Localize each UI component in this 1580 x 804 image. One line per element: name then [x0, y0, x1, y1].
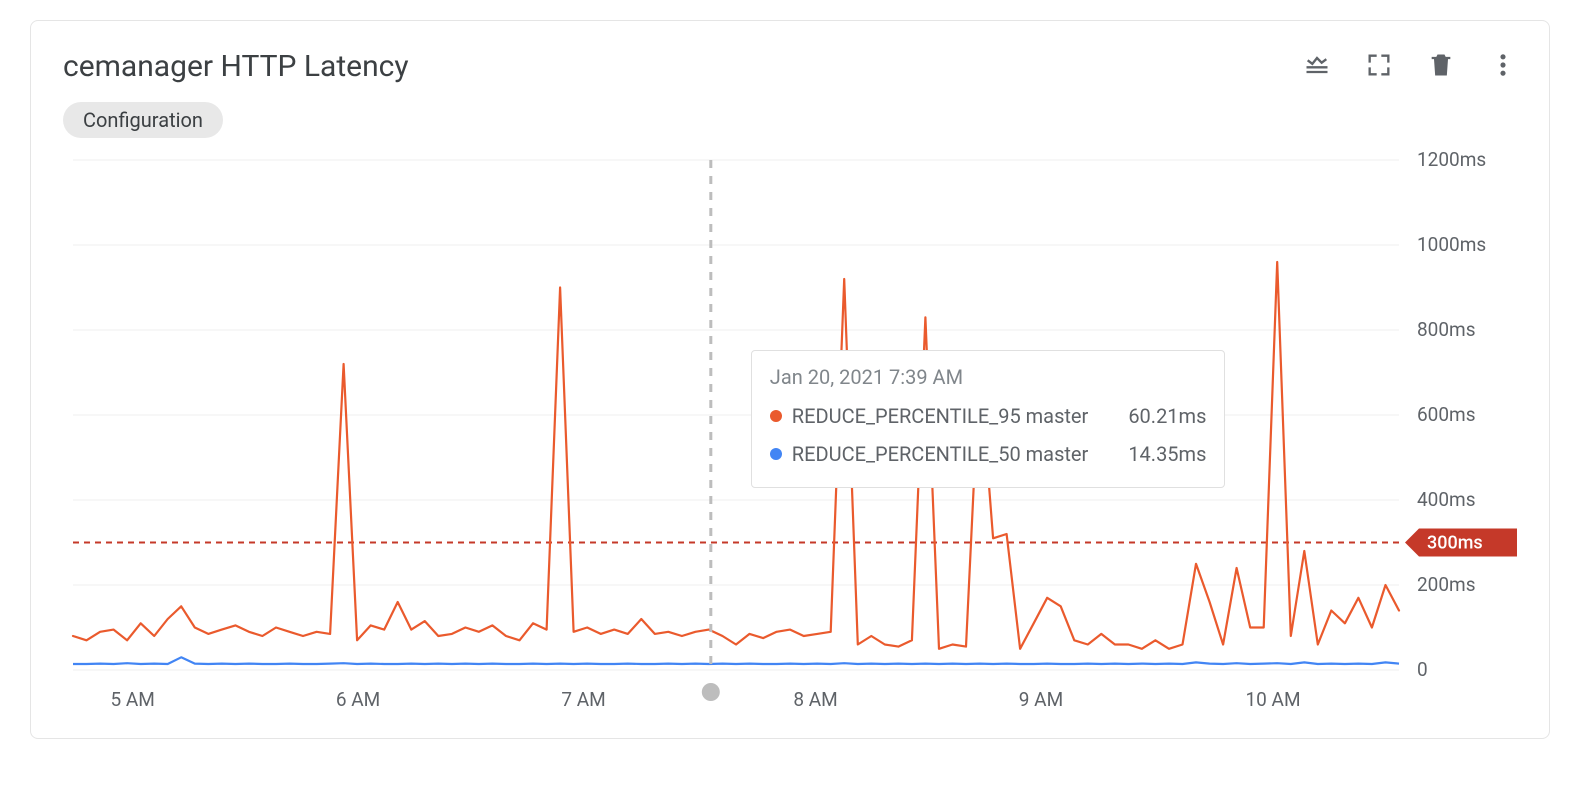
configuration-chip[interactable]: Configuration — [63, 102, 223, 138]
latency-chart[interactable]: 0 200ms 400ms 600ms 800ms 1000ms 1200ms 300ms 5 … — [63, 150, 1517, 720]
fullscreen-icon[interactable] — [1365, 51, 1393, 83]
dot-icon — [770, 448, 782, 460]
x-tick-label: 10 AM — [1245, 688, 1300, 711]
x-tick-label: 8 AM — [793, 688, 837, 711]
cursor-handle[interactable] — [702, 683, 720, 701]
tooltip-series-name: REDUCE_PERCENTILE_50 master — [792, 435, 1119, 473]
y-tick-label: 400ms — [1417, 488, 1476, 511]
legend-toggle-icon[interactable] — [1303, 51, 1331, 83]
y-tick-label: 800ms — [1417, 318, 1476, 341]
tooltip-series-value: 60.21ms — [1128, 397, 1206, 435]
chart-card: cemanager HTTP Latency Configuration 0 20… — [30, 20, 1550, 739]
card-header: cemanager HTTP Latency — [63, 49, 1517, 84]
y-tick-label: 200ms — [1417, 573, 1476, 596]
tooltip-row-p95: REDUCE_PERCENTILE_95 master 60.21ms — [770, 397, 1207, 435]
more-icon[interactable] — [1489, 51, 1517, 83]
chart-title: cemanager HTTP Latency — [63, 49, 409, 84]
delete-icon[interactable] — [1427, 51, 1455, 83]
x-tick-label: 9 AM — [1019, 688, 1063, 711]
tooltip-timestamp: Jan 20, 2021 7:39 AM — [770, 365, 1207, 389]
y-tick-label: 0 — [1417, 658, 1428, 681]
dot-icon — [770, 410, 782, 422]
x-tick-label: 6 AM — [336, 688, 380, 711]
x-tick-label: 5 AM — [110, 688, 154, 711]
y-tick-label: 1200ms — [1417, 150, 1486, 171]
hover-tooltip: Jan 20, 2021 7:39 AM REDUCE_PERCENTILE_9… — [751, 350, 1226, 488]
y-tick-label: 1000ms — [1417, 233, 1486, 256]
tooltip-row-p50: REDUCE_PERCENTILE_50 master 14.35ms — [770, 435, 1207, 473]
series-p50 — [73, 657, 1399, 664]
tooltip-series-value: 14.35ms — [1128, 435, 1206, 473]
tooltip-series-name: REDUCE_PERCENTILE_95 master — [792, 397, 1119, 435]
toolbar — [1303, 51, 1517, 83]
x-tick-label: 7 AM — [561, 688, 605, 711]
threshold-label: 300ms — [1427, 533, 1483, 554]
y-tick-label: 600ms — [1417, 403, 1476, 426]
